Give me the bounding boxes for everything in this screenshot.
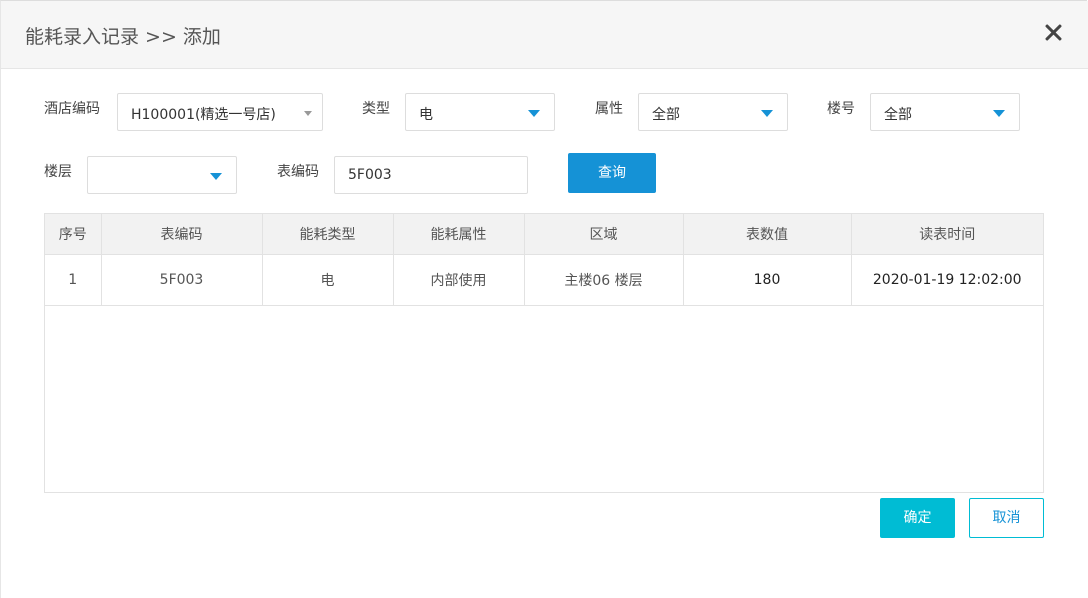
column-header: 能耗属性 xyxy=(393,214,525,255)
attr-value: 全部 xyxy=(652,107,680,123)
chevron-down-icon xyxy=(304,111,312,116)
column-header: 序号 xyxy=(45,214,102,255)
column-header: 区域 xyxy=(524,214,684,255)
cancel-button[interactable]: 取消 xyxy=(969,498,1044,538)
attr-select[interactable]: 全部 xyxy=(638,93,788,131)
building-select[interactable]: 全部 xyxy=(870,93,1020,131)
floor-select[interactable] xyxy=(87,156,237,194)
meter-code-value: 5F003 xyxy=(348,167,392,183)
cell-energy-type: 电 xyxy=(262,254,394,306)
cell-energy-attr: 内部使用 xyxy=(393,254,525,306)
dialog-header: 能耗录入记录 >> 添加 xyxy=(1,1,1088,69)
cell-index: 1 xyxy=(45,254,102,306)
hotel-code-select[interactable]: H100001(精选一号店) xyxy=(117,93,323,131)
type-value: 电 xyxy=(419,107,433,123)
cell-meter-value: 180 xyxy=(683,254,852,306)
chevron-down-icon xyxy=(761,110,773,117)
chevron-down-icon xyxy=(993,110,1005,117)
hotel-code-value: H100001(精选一号店) xyxy=(131,107,276,123)
type-label: 类型 xyxy=(362,101,390,117)
column-header: 表数值 xyxy=(683,214,852,255)
type-select[interactable]: 电 xyxy=(405,93,555,131)
cell-meter-code: 5F003 xyxy=(101,254,263,306)
floor-label: 楼层 xyxy=(44,164,72,180)
cell-area: 主楼06 楼层 xyxy=(524,254,684,306)
add-record-dialog: 能耗录入记录 >> 添加 酒店编码 H100001(精选一号店) 类型 电 属性… xyxy=(0,0,1088,598)
table-header-row: 序号 表编码 能耗类型 能耗属性 区域 表数值 读表时间 xyxy=(45,214,1043,255)
dialog-title: 能耗录入记录 >> 添加 xyxy=(25,26,221,48)
attr-label: 属性 xyxy=(595,101,623,117)
meter-code-label: 表编码 xyxy=(277,164,319,180)
building-value: 全部 xyxy=(884,107,912,123)
hotel-code-label: 酒店编码 xyxy=(44,101,100,117)
confirm-button[interactable]: 确定 xyxy=(880,498,955,538)
close-icon[interactable] xyxy=(1041,21,1065,45)
cell-read-time: 2020-01-19 12:02:00 xyxy=(851,254,1043,306)
meter-code-input[interactable]: 5F003 xyxy=(334,156,528,194)
column-header: 能耗类型 xyxy=(262,214,394,255)
building-label: 楼号 xyxy=(827,101,855,117)
column-header: 读表时间 xyxy=(851,214,1043,255)
query-button[interactable]: 查询 xyxy=(568,153,656,193)
table-row[interactable]: 1 5F003 电 内部使用 主楼06 楼层 180 2020-01-19 12… xyxy=(45,254,1043,306)
chevron-down-icon xyxy=(528,110,540,117)
column-header: 表编码 xyxy=(101,214,263,255)
chevron-down-icon xyxy=(210,173,222,180)
results-table: 序号 表编码 能耗类型 能耗属性 区域 表数值 读表时间 1 5F003 电 内… xyxy=(44,213,1044,493)
